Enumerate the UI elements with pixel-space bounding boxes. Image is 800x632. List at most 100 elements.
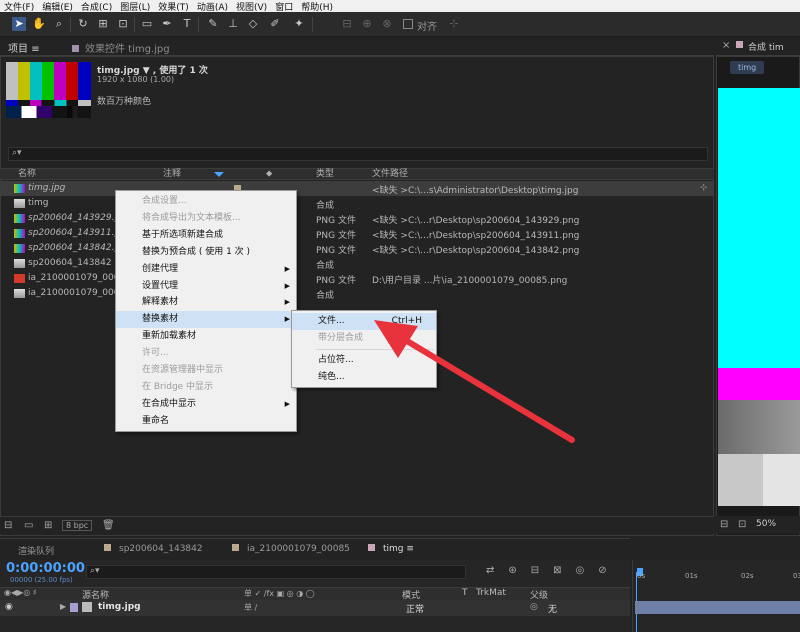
time-ruler[interactable]: 0s 01s 02s 03s: [632, 560, 800, 632]
submenu-item-label: 占位符...: [318, 355, 354, 365]
snapshot-icon[interactable]: ⊟: [720, 519, 728, 530]
project-row[interactable]: ia_2100001079_00085 PNG 文件 D:\用户目录 ...片\ia…: [0, 271, 714, 286]
align-label: 对齐: [417, 22, 437, 33]
clone-stamp-tool-icon[interactable]: ⊥: [226, 17, 240, 31]
rotate-tool-icon[interactable]: ↻: [76, 17, 90, 31]
zoom-tool-icon[interactable]: ⌕: [52, 17, 66, 31]
timeline-tab[interactable]: 渲染队列: [18, 544, 54, 557]
menu-item[interactable]: 动画(A): [193, 0, 232, 13]
label-tag-icon[interactable]: ⬥: [266, 169, 272, 180]
context-menu-item[interactable]: 创建代理 ▶: [116, 261, 296, 278]
layer-parent-dropdown[interactable]: 无: [548, 602, 557, 615]
pen-tool-icon[interactable]: ✒: [160, 17, 174, 31]
eye-icon[interactable]: ◉: [5, 602, 13, 612]
menu-item[interactable]: 窗口: [271, 0, 297, 13]
region-icon[interactable]: ⊡: [738, 519, 746, 530]
timeline-search-input[interactable]: ⌕▾: [86, 565, 466, 579]
project-search-input[interactable]: ⌕▾: [8, 147, 708, 161]
sort-arrow-icon[interactable]: [214, 172, 224, 177]
context-menu-item[interactable]: 替换素材 ▶: [116, 311, 296, 329]
context-menu-item[interactable]: 重新加载素材: [116, 328, 296, 345]
context-menu-item-label: 重新加载素材: [142, 331, 197, 342]
layer-row[interactable]: ◉ ▶ timg.jpg 单 ∕ 正常 ◎ 无: [0, 600, 630, 616]
context-menu-item[interactable]: 重命名: [116, 413, 296, 430]
project-row[interactable]: timg 合成: [0, 196, 714, 211]
snapping-checkbox[interactable]: [403, 19, 413, 29]
timecode-display[interactable]: 0:00:00:00: [6, 561, 85, 576]
timeline-tab[interactable]: sp200604_143842: [104, 544, 203, 554]
col-trkmat[interactable]: TrkMat: [476, 588, 506, 598]
text-tool-icon[interactable]: T: [180, 17, 194, 31]
menu-item[interactable]: 视图(V): [232, 0, 271, 13]
menu-item[interactable]: 图层(L): [116, 0, 154, 13]
flowchart-icon[interactable]: ⊹: [700, 183, 708, 193]
selected-footage-dims: 1920 x 1080 (1.00): [97, 75, 175, 84]
camera-tool-icon[interactable]: ⊞: [96, 17, 110, 31]
context-menu-item-label: 在资源管理器中显示: [142, 365, 224, 375]
label-color-icon[interactable]: [70, 603, 78, 612]
axis-local-icon[interactable]: ⊟: [340, 17, 354, 31]
brush-tool-icon[interactable]: ✎: [206, 17, 220, 31]
axis-view-icon[interactable]: ⊗: [380, 17, 394, 31]
snap-icon[interactable]: ⊹: [447, 17, 461, 31]
puppet-tool-icon[interactable]: ✦: [292, 17, 306, 31]
menu-item[interactable]: 效果(T): [154, 0, 193, 13]
trash-icon[interactable]: 🗑: [102, 520, 115, 531]
eraser-tool-icon[interactable]: ◇: [246, 17, 260, 31]
panel-menu-icon[interactable]: ≡: [404, 544, 414, 554]
timeline-tab[interactable]: timg ≡: [368, 544, 414, 554]
menu-item[interactable]: 合成(C): [77, 0, 116, 13]
context-menu-item[interactable]: 解释素材 ▶: [116, 294, 296, 311]
layer-switch-icon[interactable]: 单 ∕: [244, 602, 257, 613]
comp-breadcrumb[interactable]: timg: [730, 61, 765, 74]
pan-behind-tool-icon[interactable]: ⊡: [116, 17, 130, 31]
layer-mode-dropdown[interactable]: 正常: [406, 602, 424, 615]
zoom-dropdown[interactable]: 50%: [756, 519, 776, 529]
rectangle-tool-icon[interactable]: ▭: [140, 17, 154, 31]
tab-project[interactable]: 项目 ≡: [8, 40, 40, 55]
context-menu: 合成设置... 将合成导出为文本模板... 基于所选项新建合成 替换为预合成 ( 使用…: [115, 190, 297, 432]
layer-duration-bar[interactable]: [635, 601, 800, 614]
timeline-tab[interactable]: ia_2100001079_00085: [232, 544, 350, 554]
interpret-footage-icon[interactable]: ⊟: [4, 520, 12, 531]
context-menu-item: 在资源管理器中显示: [116, 362, 296, 379]
col-type[interactable]: 类型: [316, 169, 334, 180]
panel-menu-icon[interactable]: ≡: [31, 44, 39, 55]
project-row[interactable]: sp200604_143842.png PNG 文件 <缺失 >C:\...r\De…: [0, 241, 714, 256]
project-row[interactable]: sp200604_143911.png PNG 文件 <缺失 >C:\...r\De…: [0, 226, 714, 241]
menu-item[interactable]: 文件(F): [0, 0, 38, 13]
footage-icon: [14, 244, 25, 253]
project-row[interactable]: timg.jpg <缺失 >C:\...s\Administrator\Deskt…: [0, 181, 714, 196]
project-row[interactable]: sp200604_143929.png PNG 文件 <缺失 >C:\...r\De…: [0, 211, 714, 226]
comp-footer: ⊟ ⊡ 50%: [716, 516, 800, 534]
menu-item[interactable]: 帮助(H): [297, 0, 337, 13]
layer-name[interactable]: timg.jpg: [98, 602, 141, 612]
context-menu-item-label: 合成设置...: [142, 196, 187, 206]
context-menu-item[interactable]: 替换为预合成 ( 使用 1 次 ): [116, 244, 296, 261]
axis-world-icon[interactable]: ⊕: [360, 17, 374, 31]
menu-item[interactable]: 编辑(E): [38, 0, 77, 13]
new-comp-icon[interactable]: ⊞: [44, 520, 52, 531]
expand-icon[interactable]: ▶: [60, 602, 66, 611]
col-comment[interactable]: 注释: [163, 169, 181, 180]
ruler-ticks: 0s 01s 02s 03s: [633, 572, 800, 584]
context-menu-item[interactable]: 设置代理 ▶: [116, 278, 296, 295]
project-row[interactable]: ia_2100001079_00085 合成: [0, 286, 714, 301]
close-icon[interactable]: ×: [722, 40, 730, 51]
context-menu-item[interactable]: 基于所选项新建合成: [116, 227, 296, 244]
timeline-switches[interactable]: ⇄⊛⊟⊠◎⊘: [486, 565, 621, 576]
context-menu-item-label: 解释素材: [142, 297, 179, 308]
project-row[interactable]: sp200604_143842 合成: [0, 256, 714, 271]
selection-tool-icon[interactable]: ➤: [12, 17, 26, 31]
parent-pickwhip-icon[interactable]: ◎: [530, 602, 538, 612]
context-menu-item[interactable]: 在合成中显示 ▶: [116, 396, 296, 413]
col-t[interactable]: T: [462, 588, 468, 598]
new-folder-icon[interactable]: ▭: [24, 520, 33, 531]
roto-brush-tool-icon[interactable]: ✐: [268, 17, 282, 31]
tab-effect-controls[interactable]: 效果控件 timg.jpg: [72, 40, 170, 55]
hand-tool-icon[interactable]: ✋: [32, 17, 46, 31]
col-name[interactable]: 名称: [18, 169, 36, 180]
bit-depth-button[interactable]: 8 bpc: [62, 520, 93, 531]
col-path[interactable]: 文件路径: [372, 169, 408, 180]
tab-composition[interactable]: 合成 tim: [748, 40, 784, 53]
